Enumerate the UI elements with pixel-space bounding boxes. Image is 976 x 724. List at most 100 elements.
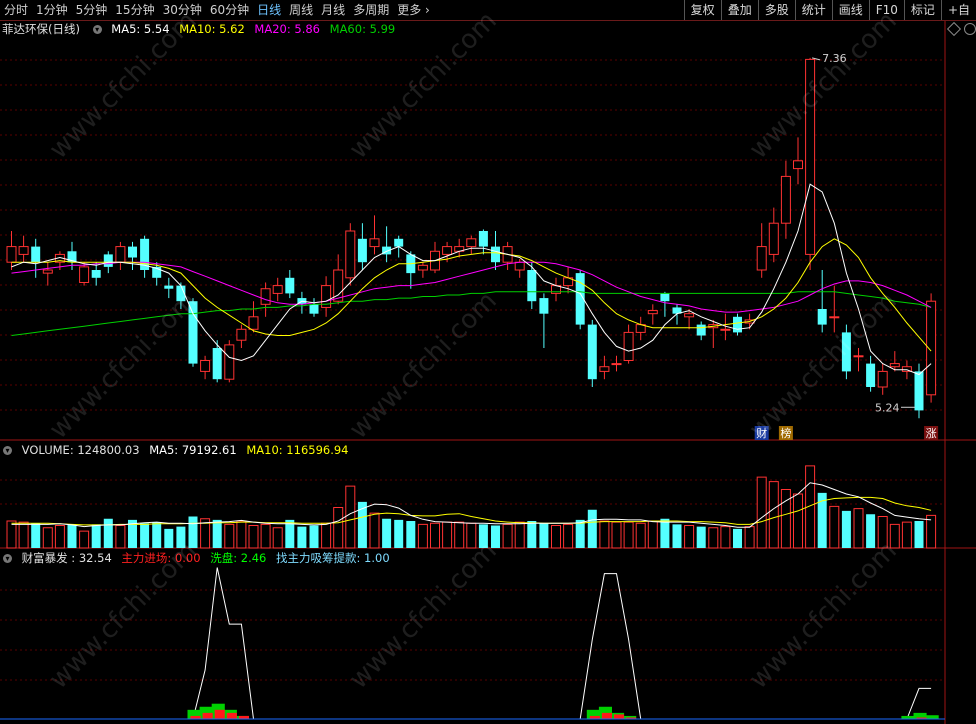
volume-bar	[563, 523, 574, 549]
volume-bar	[212, 519, 222, 548]
marker-label: 榜	[780, 426, 791, 440]
volume-bar	[42, 527, 53, 549]
watermark: www.cfchi.com www.cfchi.com www.cfchi.com w…	[44, 6, 903, 695]
candle-body	[733, 316, 742, 333]
volume-bar	[309, 525, 319, 548]
volume-bar	[345, 485, 356, 549]
candle-body	[817, 309, 827, 325]
candle-body	[91, 270, 101, 278]
candle-body	[866, 363, 876, 387]
volume-bar	[733, 528, 742, 548]
volume-bar	[587, 509, 597, 548]
candle-body	[914, 371, 924, 411]
candle-body	[248, 316, 259, 330]
volume-bar	[103, 518, 113, 548]
candle-body	[720, 328, 731, 331]
volume-bar	[115, 525, 126, 549]
signal-marker: 涨	[924, 426, 939, 440]
watermark-text: www.cfchi.com	[344, 286, 503, 445]
candle-body	[394, 238, 404, 247]
volume-bar	[79, 530, 90, 549]
volume-bar	[829, 505, 840, 549]
candle-body	[18, 246, 29, 255]
candle-body	[212, 348, 222, 380]
volume-bar	[382, 518, 392, 548]
watermark-text: www.cfchi.com	[344, 6, 503, 165]
main-entry-bar	[614, 714, 625, 719]
washout-bar	[925, 715, 939, 719]
volume-bar	[708, 527, 719, 549]
candle-body	[877, 370, 888, 388]
volume-bar	[272, 527, 283, 549]
candle-body	[647, 310, 658, 315]
watermark-text: www.cfchi.com	[744, 536, 903, 695]
volume-bar	[780, 489, 791, 549]
volume-bar	[260, 523, 271, 549]
main-entry-bar	[214, 709, 225, 719]
volume-bar	[672, 524, 682, 548]
watermark-text: www.cfchi.com	[744, 6, 903, 165]
volume-bar	[442, 521, 453, 549]
watermark-text: www.cfchi.com	[44, 536, 203, 695]
candle-body	[611, 363, 622, 366]
volume-bar	[18, 521, 29, 549]
candle-body	[272, 285, 283, 294]
volume-bar	[889, 523, 900, 549]
candle-body	[599, 366, 610, 372]
volume-bar	[491, 525, 500, 548]
volume-bar	[248, 525, 259, 549]
volume-bar	[611, 521, 622, 549]
candle-body	[587, 324, 597, 380]
volume-bar	[514, 521, 525, 549]
candle-body	[260, 288, 271, 305]
volume-bar	[188, 516, 198, 548]
volume-bar	[297, 526, 307, 548]
volume-bars	[6, 465, 937, 549]
volume-bar	[720, 526, 731, 549]
volume-bar	[744, 526, 755, 549]
wealth-burst-line	[192, 567, 254, 720]
candle-body	[164, 285, 174, 289]
candle-body	[478, 231, 488, 247]
volume-bar	[91, 524, 101, 548]
candle-body	[539, 298, 549, 314]
volume-bar	[575, 519, 585, 548]
volume-bar	[454, 521, 465, 549]
volume-bar	[551, 525, 561, 549]
candle-body	[684, 313, 695, 318]
candle-body	[527, 270, 537, 302]
volume-bar	[236, 520, 247, 549]
volume-bar	[926, 514, 937, 549]
volume-bar	[696, 526, 706, 548]
watermark-text: www.cfchi.com	[44, 286, 203, 445]
candle-body	[623, 331, 634, 361]
candle-body	[889, 363, 900, 368]
volume-bar	[841, 510, 851, 548]
candle-body	[768, 222, 779, 255]
volume-bar	[539, 523, 549, 548]
candle-body	[660, 293, 670, 302]
volume-bar	[417, 523, 428, 549]
candle-body	[285, 277, 295, 294]
volume-bar	[527, 521, 537, 548]
kline-chart[interactable]: 7.365.24财榜涨www.cfchi.com www.cfchi.com www…	[0, 0, 976, 724]
candle-body	[357, 238, 367, 263]
candle-body	[514, 261, 525, 271]
volume-bar	[31, 523, 41, 548]
candle-body	[200, 359, 211, 372]
volume-bar	[660, 518, 670, 548]
watermark-text: www.cfchi.com	[344, 536, 503, 695]
marker-label: 涨	[926, 427, 937, 440]
candle-body	[793, 160, 803, 170]
volume-bar	[647, 520, 658, 549]
volume-bar	[623, 521, 634, 549]
wealth-burst-line	[579, 573, 642, 720]
candle-body	[466, 238, 477, 248]
candle-body	[417, 264, 428, 271]
candle-body	[6, 246, 17, 263]
candle-body	[853, 355, 864, 358]
main-entry-bar	[202, 712, 213, 719]
volume-bar	[430, 522, 440, 549]
low-price-label: 5.24	[875, 401, 900, 414]
volume-bar	[333, 507, 344, 549]
